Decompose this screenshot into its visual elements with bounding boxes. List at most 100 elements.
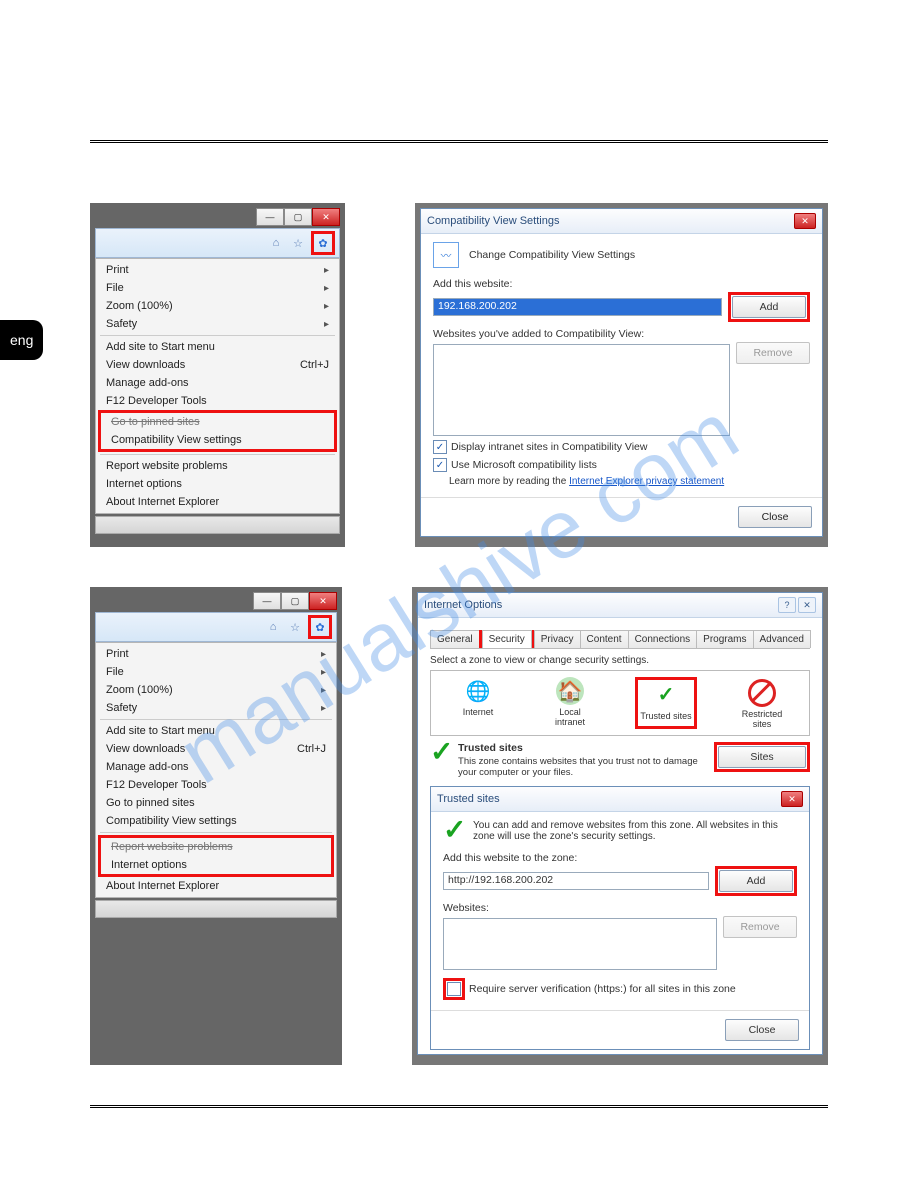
zone-restricted-sites[interactable]: Restricted sites xyxy=(735,677,789,729)
select-zone-label: Select a zone to view or change security… xyxy=(430,655,810,666)
close-button[interactable]: Close xyxy=(725,1019,799,1041)
window-minimize-button[interactable]: — xyxy=(256,208,284,226)
menu-go-pinned-sites[interactable]: Go to pinned sites xyxy=(96,794,336,812)
menu-view-downloads[interactable]: View downloadsCtrl+J xyxy=(96,740,336,758)
chevron-right-icon: ▸ xyxy=(321,667,326,678)
window-restore-button[interactable]: ▢ xyxy=(281,592,309,610)
home-icon[interactable]: ⌂ xyxy=(267,234,285,252)
menu-safety[interactable]: Safety▸ xyxy=(96,699,336,717)
menu-manage-addons[interactable]: Manage add-ons xyxy=(96,374,339,392)
trusted-description: This zone contains websites that you tru… xyxy=(458,756,698,778)
menu-view-downloads[interactable]: View downloadsCtrl+J xyxy=(96,356,339,374)
menu-f12-devtools[interactable]: F12 Developer Tools xyxy=(96,392,339,410)
shortcut-text: Ctrl+J xyxy=(300,359,329,371)
sites-button[interactable]: Sites xyxy=(718,746,806,768)
dialog-close-button[interactable]: ✕ xyxy=(781,791,803,807)
close-button[interactable]: Close xyxy=(738,506,812,528)
menu-compat-view-settings[interactable]: Compatibility View settings xyxy=(96,812,336,830)
dialog-help-button[interactable]: ? xyxy=(778,597,796,613)
websites-list[interactable] xyxy=(443,918,717,970)
menu-zoom[interactable]: Zoom (100%)▸ xyxy=(96,681,336,699)
menu-file[interactable]: File▸ xyxy=(96,279,339,297)
chevron-right-icon: ▸ xyxy=(324,283,329,294)
menu-print[interactable]: Print▸ xyxy=(96,645,336,663)
require-https-checkbox[interactable] xyxy=(447,982,461,996)
compat-list[interactable] xyxy=(433,344,730,436)
zone-local-intranet[interactable]: 🏠 Local intranet xyxy=(543,677,597,729)
checkmark-icon: ✓ xyxy=(652,681,680,709)
remove-button: Remove xyxy=(736,342,810,364)
menu-report-problems[interactable]: Report website problems xyxy=(96,457,339,475)
menu-add-site-start[interactable]: Add site to Start menu xyxy=(96,722,336,740)
menu-separator xyxy=(100,335,335,336)
privacy-statement-link[interactable]: Internet Explorer privacy statement xyxy=(569,476,724,487)
gear-icon[interactable]: ✿ xyxy=(314,234,332,252)
favorites-icon[interactable]: ☆ xyxy=(289,234,307,252)
zone-internet[interactable]: 🌐 Internet xyxy=(451,677,505,729)
figure-row-2: — ▢ ✕ ⌂ ☆ ✿ Print▸ File▸ Zoom (100%)▸ Sa… xyxy=(90,587,828,1065)
window-close-button[interactable]: ✕ xyxy=(309,592,337,610)
menu-about-ie[interactable]: About Internet Explorer xyxy=(96,877,336,895)
dialog-title-text: Trusted sites xyxy=(437,793,500,805)
internet-options-screenshot: Internet Options ? ✕ General Security Pr… xyxy=(412,587,828,1065)
add-website-input[interactable]: 192.168.200.202 xyxy=(433,298,722,316)
dialog-header-text: Change Compatibility View Settings xyxy=(469,249,635,261)
broken-page-icon: 〰 xyxy=(433,242,459,268)
tab-security[interactable]: Security xyxy=(482,630,532,648)
dialog-close-button[interactable]: ✕ xyxy=(794,213,816,229)
chevron-right-icon: ▸ xyxy=(324,319,329,330)
dialog-close-button[interactable]: ✕ xyxy=(798,597,816,613)
add-to-zone-input[interactable]: http://192.168.200.202 xyxy=(443,872,709,890)
tab-advanced[interactable]: Advanced xyxy=(753,630,811,648)
menu-internet-options[interactable]: Internet options xyxy=(101,856,331,874)
highlight-gear-icon: ✿ xyxy=(308,615,332,639)
dialog-titlebar: Trusted sites ✕ xyxy=(431,787,809,812)
trusted-sites-description: You can add and remove websites from thi… xyxy=(473,820,797,842)
menu-manage-addons[interactable]: Manage add-ons xyxy=(96,758,336,776)
status-bar xyxy=(95,516,340,534)
top-horizontal-rule xyxy=(90,140,828,143)
add-button[interactable]: Add xyxy=(732,296,806,318)
window-minimize-button[interactable]: — xyxy=(253,592,281,610)
menu-about-ie[interactable]: About Internet Explorer xyxy=(96,493,339,511)
menu-compat-view-settings[interactable]: Compatibility View settings xyxy=(101,431,334,449)
home-icon[interactable]: ⌂ xyxy=(264,618,282,636)
highlight-require-https-checkbox xyxy=(443,978,465,1000)
dialog-titlebar: Internet Options ? ✕ xyxy=(418,593,822,618)
ie-toolbar: ⌂ ☆ ✿ xyxy=(95,612,337,642)
highlight-internet-options: Report website problems Internet options xyxy=(98,835,334,877)
menu-internet-options[interactable]: Internet options xyxy=(96,475,339,493)
favorites-icon[interactable]: ☆ xyxy=(286,618,304,636)
add-button[interactable]: Add xyxy=(719,870,793,892)
tab-programs[interactable]: Programs xyxy=(696,630,753,648)
add-website-label: Add this website: xyxy=(433,278,810,290)
menu-print[interactable]: Print▸ xyxy=(96,261,339,279)
ie-tools-menu-screenshot-1: — ▢ ✕ ⌂ ☆ ✿ Print▸ File▸ Zoom (100%)▸ Sa… xyxy=(90,203,345,547)
compat-view-dialog: Compatibility View Settings ✕ 〰 Change C… xyxy=(420,208,823,537)
tab-content[interactable]: Content xyxy=(580,630,629,648)
use-ms-lists-label: Use Microsoft compatibility lists xyxy=(451,459,597,471)
window-restore-button[interactable]: ▢ xyxy=(284,208,312,226)
dialog-title-text: Compatibility View Settings xyxy=(427,215,559,227)
window-close-button[interactable]: ✕ xyxy=(312,208,340,226)
display-intranet-label: Display intranet sites in Compatibility … xyxy=(451,441,647,453)
tab-connections[interactable]: Connections xyxy=(628,630,698,648)
gear-icon[interactable]: ✿ xyxy=(311,618,329,636)
highlight-security-tab: Security xyxy=(479,630,534,648)
menu-report-problems[interactable]: Report website problems xyxy=(101,838,331,856)
menu-add-site-start[interactable]: Add site to Start menu xyxy=(96,338,339,356)
zone-trusted-sites[interactable]: ✓ Trusted sites xyxy=(639,681,693,721)
menu-zoom[interactable]: Zoom (100%)▸ xyxy=(96,297,339,315)
menu-go-pinned-sites[interactable]: Go to pinned sites xyxy=(101,413,334,431)
use-ms-lists-checkbox[interactable]: ✓ xyxy=(433,458,447,472)
dialog-titlebar: Compatibility View Settings ✕ xyxy=(421,209,822,234)
highlight-trusted-sites-zone: ✓ Trusted sites xyxy=(635,677,697,729)
tab-general[interactable]: General xyxy=(430,630,480,648)
menu-f12-devtools[interactable]: F12 Developer Tools xyxy=(96,776,336,794)
tab-privacy[interactable]: Privacy xyxy=(534,630,581,648)
ie-tools-menu-screenshot-2: — ▢ ✕ ⌂ ☆ ✿ Print▸ File▸ Zoom (100%)▸ Sa… xyxy=(90,587,342,1065)
display-intranet-checkbox[interactable]: ✓ xyxy=(433,440,447,454)
menu-file[interactable]: File▸ xyxy=(96,663,336,681)
menu-safety[interactable]: Safety▸ xyxy=(96,315,339,333)
learn-more-prefix: Learn more by reading the xyxy=(449,476,569,487)
